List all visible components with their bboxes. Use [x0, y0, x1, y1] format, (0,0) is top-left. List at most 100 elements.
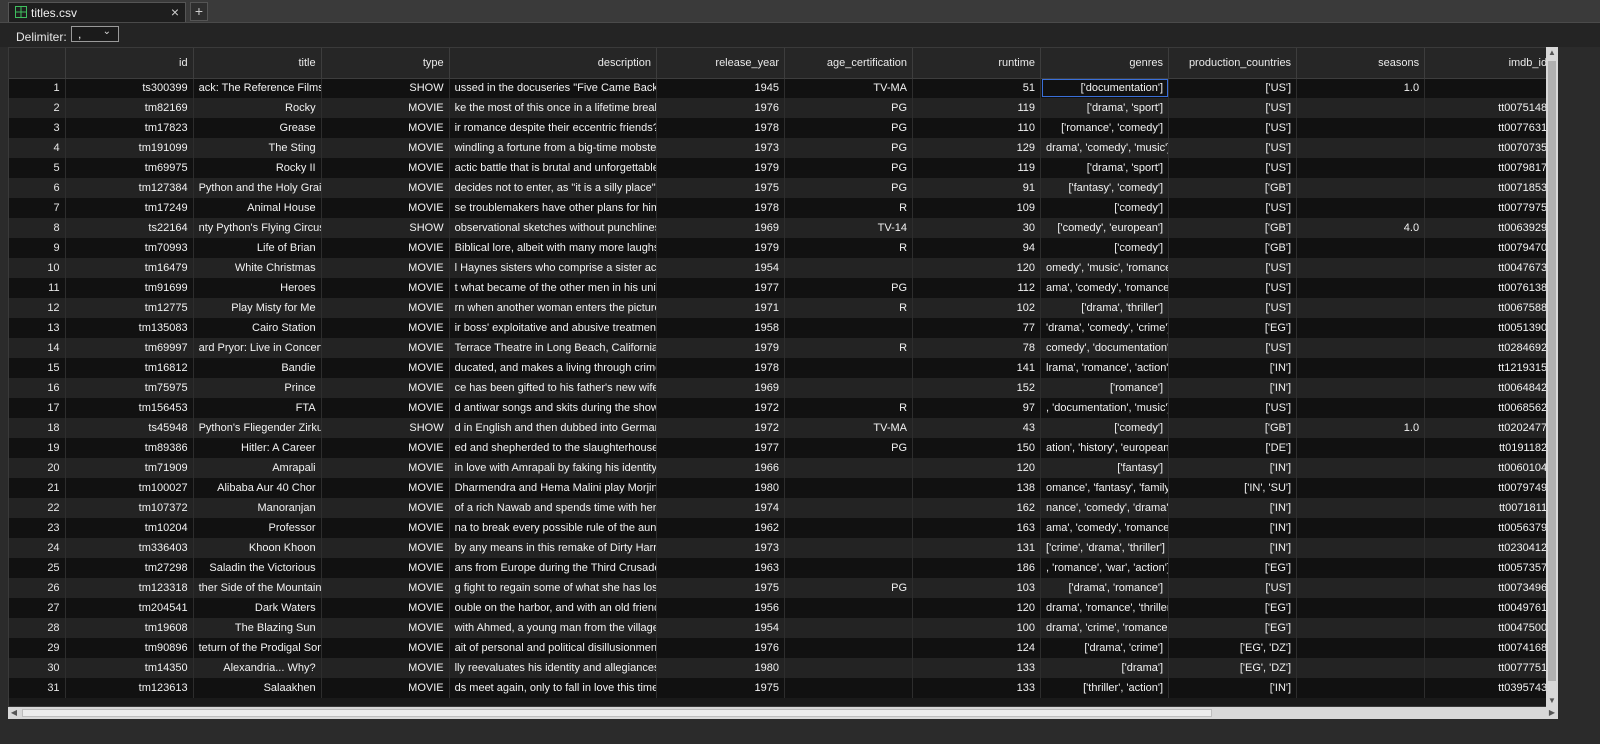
cell-title[interactable]: Prince	[193, 378, 322, 398]
cell-seasons[interactable]	[1296, 338, 1426, 358]
cell-imdb_id[interactable]: tt0071853	[1424, 178, 1554, 198]
cell-imdb_id[interactable]: tt0074168	[1424, 638, 1554, 658]
cell-production_countries[interactable]: ['IN']	[1168, 378, 1298, 398]
cell-imdb_id[interactable]: tt0068562	[1424, 398, 1554, 418]
cell-seasons[interactable]	[1296, 358, 1426, 378]
cell-title[interactable]: Hitler: A Career	[193, 438, 322, 458]
cell-seasons[interactable]	[1296, 438, 1426, 458]
cell-title[interactable]: White Christmas	[193, 258, 322, 278]
cell-imdb_id[interactable]: tt0077751	[1424, 658, 1554, 678]
row-number[interactable]: 24	[9, 538, 66, 558]
cell-type[interactable]: MOVIE	[321, 198, 450, 218]
cell-imdb_id[interactable]: tt0230412	[1424, 538, 1554, 558]
cell-genres[interactable]: drama', 'comedy', 'music']	[1040, 138, 1170, 158]
cell-genres[interactable]: ['drama', 'thriller']	[1040, 298, 1170, 318]
cell-title[interactable]: teturn of the Prodigal Son	[193, 638, 322, 658]
cell-age_certification[interactable]	[784, 378, 914, 398]
cell-seasons[interactable]	[1296, 138, 1426, 158]
cell-description[interactable]: decides not to enter, as "it is a silly …	[449, 178, 657, 198]
cell-description[interactable]: ir boss' exploitative and abusive treatm…	[449, 318, 657, 338]
row-number[interactable]: 3	[9, 118, 66, 138]
row-number[interactable]: 7	[9, 198, 66, 218]
cell-imdb_id[interactable]: tt0071811	[1424, 498, 1554, 518]
cell-id[interactable]: tm123613	[65, 678, 194, 698]
cell-genres[interactable]: ['romance']	[1040, 378, 1170, 398]
tab-titles-csv[interactable]: titles.csv ×	[8, 2, 186, 22]
cell-type[interactable]: MOVIE	[321, 138, 450, 158]
cell-description[interactable]: na to break every possible rule of the a…	[449, 518, 657, 538]
cell-production_countries[interactable]: ['US']	[1168, 278, 1298, 298]
cell-release_year[interactable]: 1976	[656, 98, 786, 118]
cell-imdb_id[interactable]: tt0202477	[1424, 418, 1554, 438]
cell-release_year[interactable]: 1975	[656, 178, 786, 198]
cell-age_certification[interactable]: TV-14	[784, 218, 914, 238]
cell-genres[interactable]: , 'romance', 'war', 'action']	[1040, 558, 1170, 578]
cell-id[interactable]: tm16479	[65, 258, 194, 278]
cell-runtime[interactable]: 119	[912, 158, 1042, 178]
cell-description[interactable]: d antiwar songs and skits during the sho…	[449, 398, 657, 418]
cell-imdb_id[interactable]: tt0047673	[1424, 258, 1554, 278]
cell-seasons[interactable]	[1296, 478, 1426, 498]
cell-imdb_id[interactable]: tt0079470	[1424, 238, 1554, 258]
cell-production_countries[interactable]: ['GB']	[1168, 218, 1298, 238]
cell-release_year[interactable]: 1977	[656, 278, 786, 298]
cell-release_year[interactable]: 1971	[656, 298, 786, 318]
data-grid[interactable]: id title type description release_year age_ce…	[8, 47, 1558, 707]
cell-title[interactable]: Python and the Holy Grail	[193, 178, 322, 198]
cell-release_year[interactable]: 1956	[656, 598, 786, 618]
cell-id[interactable]: tm17823	[65, 118, 194, 138]
cell-seasons[interactable]	[1296, 298, 1426, 318]
cell-description[interactable]: windling a fortune from a big-time mobst…	[449, 138, 657, 158]
cell-description[interactable]: Dharmendra and Hema Malini play Morjina.	[449, 478, 657, 498]
cell-age_certification[interactable]: PG	[784, 138, 914, 158]
cell-runtime[interactable]: 97	[912, 398, 1042, 418]
new-tab-button[interactable]: +	[190, 2, 208, 21]
cell-release_year[interactable]: 1966	[656, 458, 786, 478]
cell-seasons[interactable]	[1296, 398, 1426, 418]
cell-production_countries[interactable]: ['IN']	[1168, 498, 1298, 518]
cell-age_certification[interactable]	[784, 498, 914, 518]
cell-description[interactable]: lly reevaluates his identity and allegia…	[449, 658, 657, 678]
cell-seasons[interactable]	[1296, 98, 1426, 118]
cell-type[interactable]: MOVIE	[321, 118, 450, 138]
row-number[interactable]: 8	[9, 218, 66, 238]
cell-id[interactable]: tm89386	[65, 438, 194, 458]
row-number[interactable]: 11	[9, 278, 66, 298]
row-number[interactable]: 26	[9, 578, 66, 598]
cell-title[interactable]: nty Python's Flying Circus	[193, 218, 322, 238]
cell-title[interactable]: Khoon Khoon	[193, 538, 322, 558]
cell-production_countries[interactable]: ['US']	[1168, 298, 1298, 318]
cell-title[interactable]: Python's Fliegender Zirkus	[193, 418, 322, 438]
cell-runtime[interactable]: 103	[912, 578, 1042, 598]
cell-seasons[interactable]	[1296, 118, 1426, 138]
cell-description[interactable]: ait of personal and political disillusio…	[449, 638, 657, 658]
cell-id[interactable]: ts45948	[65, 418, 194, 438]
row-number[interactable]: 10	[9, 258, 66, 278]
cell-id[interactable]: tm100027	[65, 478, 194, 498]
cell-runtime[interactable]: 94	[912, 238, 1042, 258]
cell-id[interactable]: tm14350	[65, 658, 194, 678]
cell-title[interactable]: Grease	[193, 118, 322, 138]
cell-genres[interactable]: 'drama', 'comedy', 'crime']	[1040, 318, 1170, 338]
cell-runtime[interactable]: 51	[912, 78, 1042, 98]
cell-production_countries[interactable]: ['GB']	[1168, 238, 1298, 258]
cell-imdb_id[interactable]: tt0049761	[1424, 598, 1554, 618]
cell-release_year[interactable]: 1958	[656, 318, 786, 338]
cell-release_year[interactable]: 1973	[656, 538, 786, 558]
cell-runtime[interactable]: 78	[912, 338, 1042, 358]
column-header-age_certification[interactable]: age_certification	[784, 48, 914, 79]
cell-genres[interactable]: ['drama']	[1040, 658, 1170, 678]
row-number[interactable]: 30	[9, 658, 66, 678]
cell-imdb_id[interactable]: tt0075148	[1424, 98, 1554, 118]
cell-title[interactable]: Alibaba Aur 40 Chor	[193, 478, 322, 498]
cell-id[interactable]: tm123318	[65, 578, 194, 598]
cell-id[interactable]: tm156453	[65, 398, 194, 418]
cell-type[interactable]: MOVIE	[321, 378, 450, 398]
cell-title[interactable]: Alexandria... Why?	[193, 658, 322, 678]
cell-runtime[interactable]: 77	[912, 318, 1042, 338]
cell-description[interactable]: ke the most of this once in a lifetime b…	[449, 98, 657, 118]
cell-description[interactable]: actic battle that is brutal and unforget…	[449, 158, 657, 178]
row-number[interactable]: 14	[9, 338, 66, 358]
cell-genres[interactable]: drama', 'crime', 'romance']	[1040, 618, 1170, 638]
cell-production_countries[interactable]: ['US']	[1168, 338, 1298, 358]
